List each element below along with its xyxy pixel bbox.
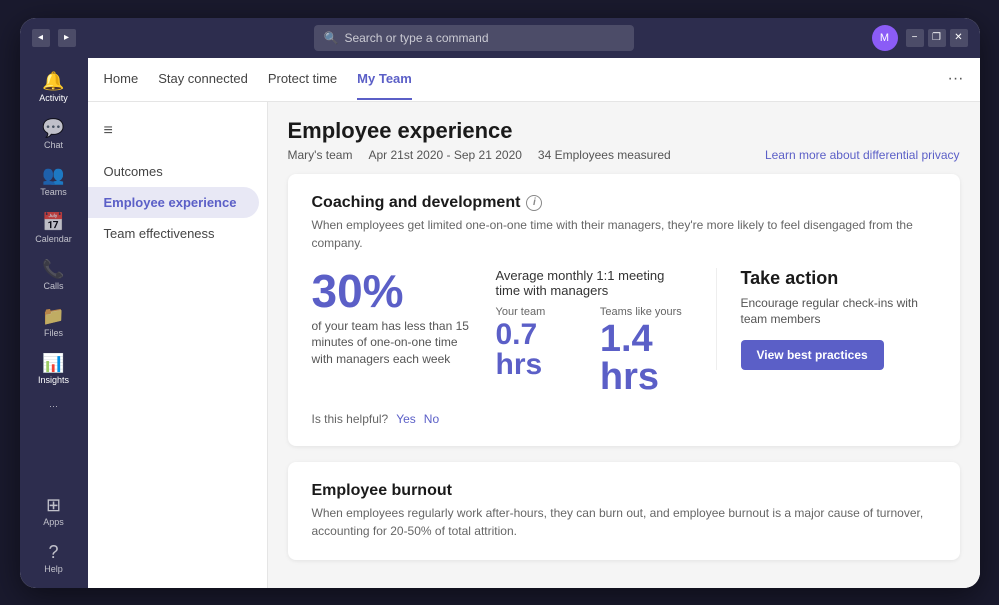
search-placeholder: Search or type a command: [344, 31, 488, 45]
helpful-no[interactable]: No: [424, 412, 439, 426]
close-button[interactable]: ✕: [950, 29, 968, 47]
metric-pair: Your team 0.7 hrs Teams like yours 1.4 h…: [496, 306, 692, 396]
coaching-card: Coaching and development i When employee…: [288, 174, 960, 446]
sidebar-item-label: Apps: [43, 517, 64, 527]
learn-more-link[interactable]: Learn more about differential privacy: [765, 148, 960, 162]
help-icon: ?: [48, 543, 58, 561]
sidebar-item-label: Calls: [43, 281, 63, 291]
sidebar-item-more[interactable]: ···: [28, 395, 80, 417]
sidebar-item-teams[interactable]: 👥 Teams: [28, 160, 80, 203]
sidebar-item-activity[interactable]: 🔔 Activity: [28, 66, 80, 109]
sidebar-item-label: Chat: [44, 140, 63, 150]
nav-more-button[interactable]: ···: [948, 70, 964, 88]
calls-icon: 📞: [42, 260, 64, 278]
chat-icon: 💬: [42, 119, 64, 137]
window-controls: − ❐ ✕: [906, 29, 968, 47]
left-nav: ≡ Outcomes Employee experience Team effe…: [88, 102, 268, 588]
take-action-section: Take action Encourage regular check-ins …: [716, 268, 936, 371]
user-avatar[interactable]: M: [872, 25, 898, 51]
sidebar-item-help[interactable]: ? Help: [28, 537, 80, 580]
minimize-button[interactable]: −: [906, 29, 924, 47]
metric-group-title: Average monthly 1:1 meeting time with ma…: [496, 268, 692, 298]
page-header: Employee experience Mary's team Apr 21st…: [288, 118, 960, 162]
sidebar-item-label: Insights: [38, 375, 69, 385]
big-metric-label: of your team has less than 15 minutes of…: [312, 318, 472, 368]
files-icon: 📁: [42, 307, 64, 325]
sidebar-item-chat[interactable]: 💬 Chat: [28, 113, 80, 156]
search-bar[interactable]: 🔍 Search or type a command: [314, 25, 634, 51]
card-metrics: 30% of your team has less than 15 minute…: [312, 268, 936, 396]
info-icon[interactable]: i: [526, 195, 542, 211]
view-best-practices-button[interactable]: View best practices: [741, 340, 884, 370]
insights-icon: 📊: [42, 354, 64, 372]
helpful-label: Is this helpful?: [312, 412, 389, 426]
coaching-card-desc: When employees get limited one-on-one ti…: [312, 216, 936, 252]
nav-back-button[interactable]: ◂: [32, 29, 50, 47]
sidebar-item-calendar[interactable]: 📅 Calendar: [28, 207, 80, 250]
app-body: 🔔 Activity 💬 Chat 👥 Teams 📅 Calendar 📞 C…: [20, 58, 980, 588]
title-bar: ◂ ▸ 🔍 Search or type a command M − ❐ ✕: [20, 18, 980, 58]
take-action-desc: Encourage regular check-ins with team me…: [741, 295, 936, 329]
hamburger-menu[interactable]: ≡: [88, 114, 267, 148]
big-metric: 30% of your team has less than 15 minute…: [312, 268, 472, 368]
sidebar-item-label: Teams: [40, 187, 67, 197]
activity-icon: 🔔: [42, 72, 64, 90]
tab-home[interactable]: Home: [104, 59, 139, 100]
date-range: Apr 21st 2020 - Sep 21 2020: [368, 148, 521, 162]
tab-stay-connected[interactable]: Stay connected: [158, 59, 248, 100]
more-icon: ···: [49, 401, 58, 411]
metric-group: Average monthly 1:1 meeting time with ma…: [496, 268, 692, 396]
title-bar-navigation: ◂ ▸: [32, 29, 76, 47]
leftnav-item-team-effectiveness[interactable]: Team effectiveness: [88, 218, 259, 249]
team-name: Mary's team: [288, 148, 353, 162]
apps-icon: ⊞: [46, 496, 61, 514]
sidebar-item-label: Activity: [39, 93, 68, 103]
main-content: Employee experience Mary's team Apr 21st…: [268, 102, 980, 588]
calendar-icon: 📅: [42, 213, 64, 231]
sidebar-item-label: Help: [44, 564, 63, 574]
burnout-card-desc: When employees regularly work after-hour…: [312, 504, 936, 540]
teams-like-yours-label: Teams like yours: [600, 306, 692, 318]
sidebar-item-apps[interactable]: ⊞ Apps: [28, 490, 80, 533]
helpful-yes[interactable]: Yes: [396, 412, 416, 426]
metric-your-team: Your team 0.7 hrs: [496, 306, 568, 396]
page-meta: Mary's team Apr 21st 2020 - Sep 21 2020 …: [288, 148, 960, 162]
metric-teams-like-yours: Teams like yours 1.4 hrs: [600, 306, 692, 396]
teams-like-yours-value: 1.4 hrs: [600, 320, 692, 396]
big-metric-number: 30%: [312, 268, 472, 314]
nav-forward-button[interactable]: ▸: [58, 29, 76, 47]
sidebar: 🔔 Activity 💬 Chat 👥 Teams 📅 Calendar 📞 C…: [20, 58, 88, 588]
sidebar-item-calls[interactable]: 📞 Calls: [28, 254, 80, 297]
take-action-title: Take action: [741, 268, 936, 289]
sidebar-item-label: Calendar: [35, 234, 72, 244]
restore-button[interactable]: ❐: [928, 29, 946, 47]
employees-measured: 34 Employees measured: [538, 148, 671, 162]
content-area: Home Stay connected Protect time My Team…: [88, 58, 980, 588]
tab-my-team[interactable]: My Team: [357, 59, 412, 100]
sidebar-item-label: Files: [44, 328, 63, 338]
leftnav-item-employee-experience[interactable]: Employee experience: [88, 187, 259, 218]
coaching-card-title: Coaching and development i: [312, 194, 936, 212]
page-title: Employee experience: [288, 118, 960, 144]
your-team-value: 0.7 hrs: [496, 320, 568, 380]
sidebar-item-insights[interactable]: 📊 Insights: [28, 348, 80, 391]
sidebar-item-files[interactable]: 📁 Files: [28, 301, 80, 344]
top-nav: Home Stay connected Protect time My Team…: [88, 58, 980, 102]
teams-icon: 👥: [42, 166, 64, 184]
tab-protect-time[interactable]: Protect time: [268, 59, 337, 100]
burnout-card: Employee burnout When employees regularl…: [288, 462, 960, 560]
leftnav-item-outcomes[interactable]: Outcomes: [88, 156, 259, 187]
burnout-card-title: Employee burnout: [312, 482, 936, 500]
page-body: ≡ Outcomes Employee experience Team effe…: [88, 102, 980, 588]
your-team-label: Your team: [496, 306, 568, 318]
search-icon: 🔍: [324, 31, 339, 45]
title-bar-right: M − ❐ ✕: [872, 25, 968, 51]
helpful-row: Is this helpful? Yes No: [312, 412, 936, 426]
